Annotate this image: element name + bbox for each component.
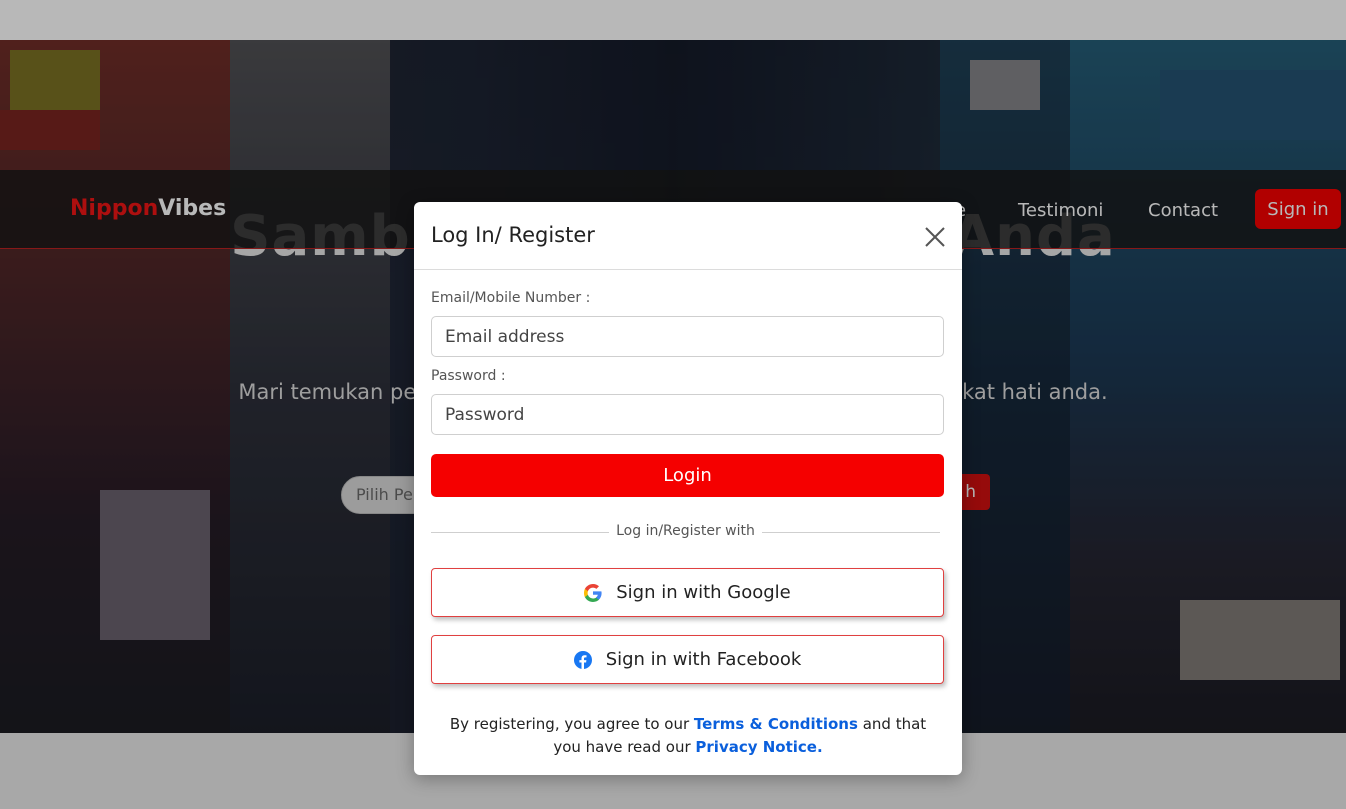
terms-notice: By registering, you agree to our Terms &… [434, 713, 942, 759]
email-field[interactable] [431, 316, 944, 357]
facebook-signin-button[interactable]: Sign in with Facebook [431, 635, 944, 684]
modal-title: Log In/ Register [431, 223, 595, 247]
terms-link[interactable]: Terms & Conditions [694, 715, 858, 733]
terms-prefix: By registering, you agree to our [449, 715, 690, 733]
login-button[interactable]: Login [431, 454, 944, 497]
facebook-signin-label: Sign in with Facebook [605, 649, 802, 670]
google-icon [584, 583, 602, 602]
divider-text: Log in/Register with [616, 523, 755, 539]
facebook-icon [573, 650, 592, 669]
close-icon[interactable] [922, 224, 948, 250]
google-signin-button[interactable]: Sign in with Google [431, 568, 944, 617]
modal-header: Log In/ Register [414, 202, 962, 270]
login-register-modal: Log In/ Register Email/Mobile Number : P… [414, 202, 962, 775]
email-label: Email/Mobile Number : [431, 290, 591, 306]
password-field[interactable] [431, 394, 944, 435]
password-label: Password : [431, 368, 506, 384]
google-signin-label: Sign in with Google [616, 582, 791, 603]
privacy-link[interactable]: Privacy Notice. [695, 738, 822, 756]
